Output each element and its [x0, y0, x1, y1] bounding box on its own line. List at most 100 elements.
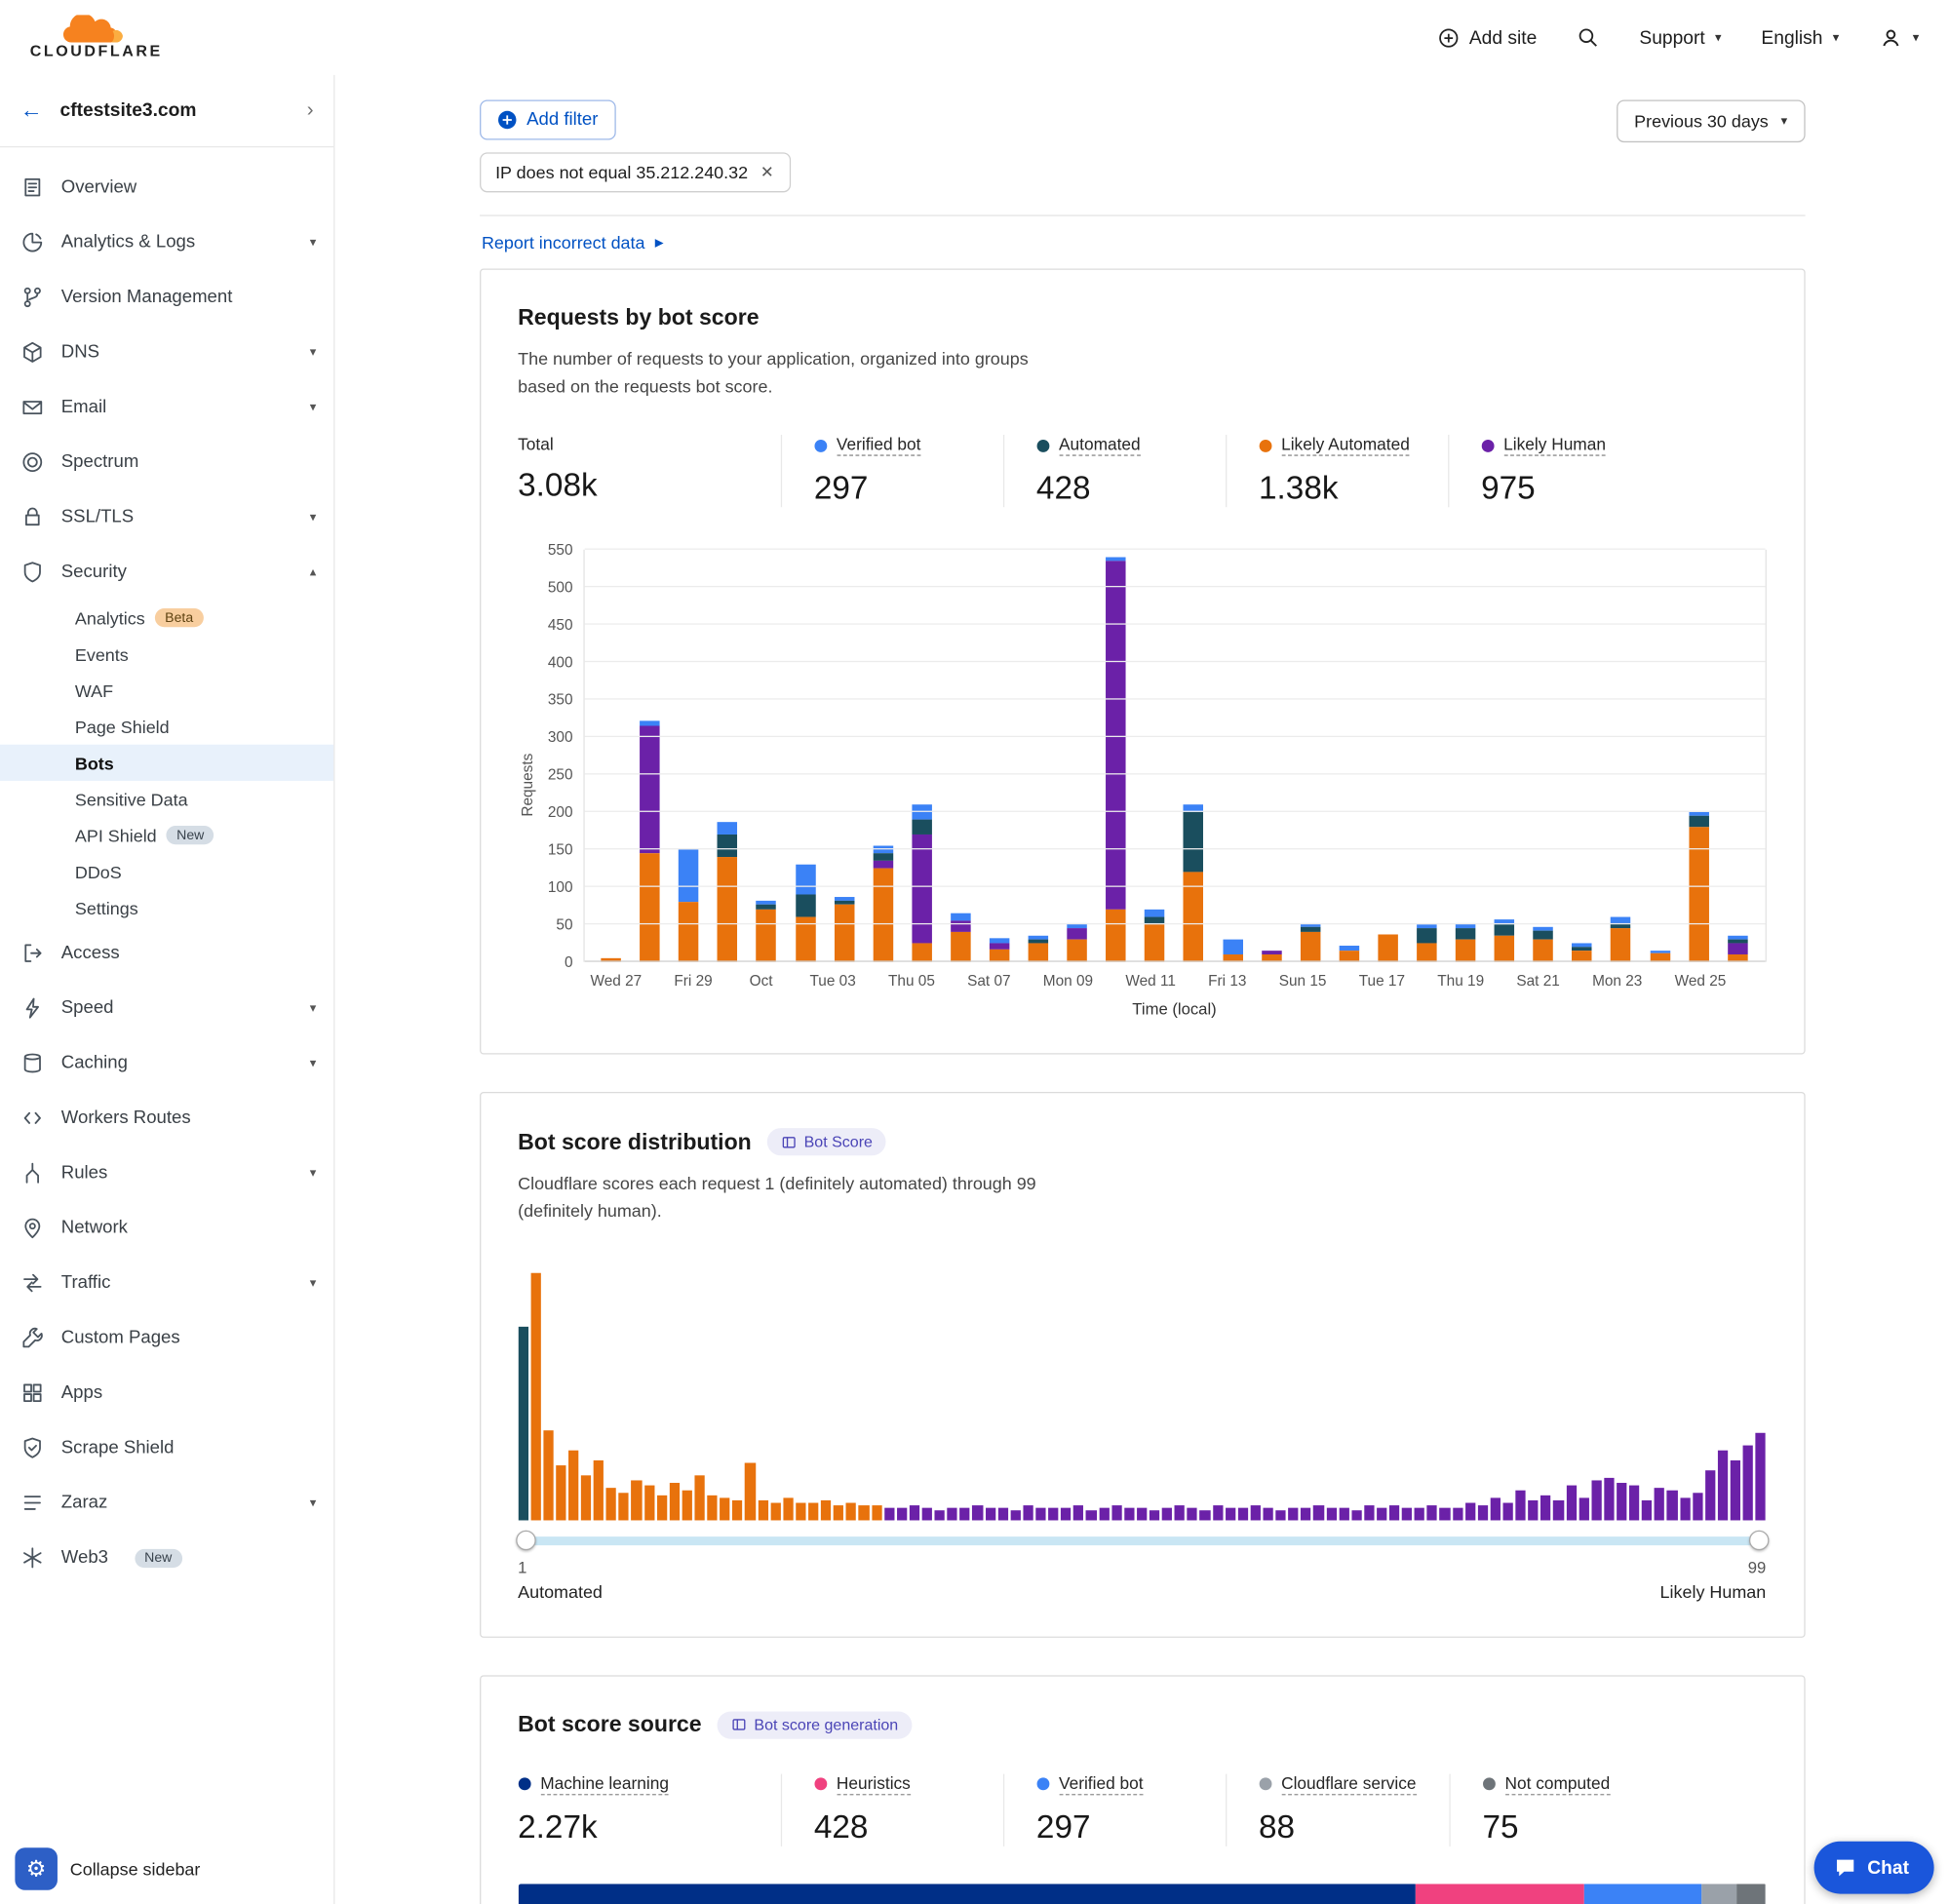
stacked-bar: [1417, 925, 1437, 962]
slider-handle-max[interactable]: [1748, 1530, 1769, 1550]
sidebar-item-events[interactable]: Events: [0, 636, 333, 672]
stat-label-row: Cloudflare service: [1259, 1773, 1417, 1795]
sidebar-item-scrape-shield[interactable]: Scrape Shield: [0, 1420, 333, 1475]
bar-segment-likely-automated: [1611, 929, 1631, 963]
distribution-histogram: [518, 1270, 1766, 1520]
x-tick-label: [1093, 972, 1125, 990]
histogram-bar: [922, 1507, 932, 1520]
email-icon: [20, 395, 46, 420]
chevron-down-icon: ▾: [310, 345, 316, 359]
add-site-button[interactable]: Add site: [1438, 27, 1537, 49]
histogram-bar: [1364, 1505, 1374, 1520]
stacked-bar: [1728, 936, 1748, 962]
sidebar-item-security[interactable]: Security▴: [0, 545, 333, 600]
gear-icon: ⚙: [26, 1856, 47, 1883]
y-tick-label: 50: [556, 916, 572, 934]
spectrum-icon: [20, 449, 46, 475]
stacked-bar: [1573, 944, 1593, 962]
sidebar-item-apps[interactable]: Apps: [0, 1366, 333, 1420]
histogram-bar: [834, 1505, 843, 1520]
histogram-bar: [770, 1502, 780, 1520]
bot-score-generation-badge[interactable]: Bot score generation: [717, 1711, 912, 1738]
chevron-right-icon[interactable]: ›: [307, 99, 314, 122]
source-segment-heuristics: [1415, 1884, 1583, 1904]
sidebar-item-speed[interactable]: Speed▾: [0, 981, 333, 1035]
sidebar-item-network[interactable]: Network: [0, 1200, 333, 1255]
stacked-bar: [990, 939, 1010, 963]
support-menu[interactable]: Support ▾: [1639, 27, 1721, 49]
sidebar-item-analytics[interactable]: AnalyticsBeta: [0, 600, 333, 636]
settings-gear-button[interactable]: ⚙: [15, 1847, 58, 1890]
y-axis-title: Requests: [518, 753, 535, 816]
language-menu[interactable]: English ▾: [1761, 27, 1839, 49]
histogram-bar: [1743, 1446, 1753, 1520]
bar-segment-likely-human: [640, 726, 660, 854]
search-button[interactable]: [1577, 26, 1599, 49]
chevron-down-icon: ▾: [310, 1001, 316, 1015]
chat-button[interactable]: Chat: [1813, 1842, 1933, 1894]
sidebar-item-workers-routes[interactable]: Workers Routes: [0, 1091, 333, 1146]
sidebar-item-ssl-tls[interactable]: SSL/TLS▾: [0, 489, 333, 544]
stacked-bar: [834, 897, 854, 963]
sidebar-item-zaraz[interactable]: Zaraz▾: [0, 1475, 333, 1530]
account-menu[interactable]: ▾: [1879, 25, 1919, 49]
sidebar-item-ddos[interactable]: DDoS: [0, 853, 333, 889]
sidebar-item-api-shield[interactable]: API ShieldNew: [0, 817, 333, 853]
bar-segment-verified-bot: [796, 865, 816, 895]
chevron-down-icon: ▾: [1833, 30, 1839, 44]
bar-segment-likely-automated: [1145, 925, 1165, 962]
sidebar-item-traffic[interactable]: Traffic▾: [0, 1256, 333, 1310]
gridline: [584, 774, 1765, 775]
close-icon[interactable]: ✕: [760, 163, 774, 183]
requests-chart: Requests 0501001502002503003504004505005…: [518, 550, 1766, 1019]
sidebar-item-version-management[interactable]: Version Management: [0, 270, 333, 325]
bar-segment-verified-bot: [679, 850, 699, 903]
histogram-bar: [732, 1500, 742, 1520]
date-range-dropdown[interactable]: Previous 30 days ▾: [1617, 100, 1805, 143]
histogram-bar: [1339, 1507, 1348, 1520]
bar-segment-likely-human: [1068, 929, 1088, 941]
slider-handle-min[interactable]: [516, 1530, 536, 1550]
sidebar-item-spectrum[interactable]: Spectrum: [0, 435, 333, 489]
bar-segment-likely-human: [873, 861, 893, 869]
bar-segment-verified-bot: [1145, 910, 1165, 917]
histogram-bar: [1680, 1497, 1690, 1520]
histogram-bar: [1035, 1507, 1045, 1520]
bot-score-badge[interactable]: Bot Score: [766, 1129, 886, 1156]
slider-min-value: 1: [518, 1558, 526, 1576]
sidebar-item-dns[interactable]: DNS▾: [0, 325, 333, 379]
version-icon: [20, 285, 46, 310]
bar-segment-automated: [1689, 816, 1709, 828]
bar-segment-likely-automated: [640, 854, 660, 962]
sidebar-item-label: WAF: [75, 680, 113, 701]
back-arrow-icon[interactable]: ←: [20, 97, 43, 124]
filter-chip[interactable]: IP does not equal 35.212.240.32 ✕: [479, 152, 790, 192]
sidebar-item-bots[interactable]: Bots: [0, 745, 333, 781]
y-tick-label: 350: [548, 691, 573, 709]
report-incorrect-data-link[interactable]: Report incorrect data ▶: [479, 216, 666, 269]
chart-bar: [825, 550, 864, 962]
bar-segment-likely-automated: [1301, 932, 1321, 962]
sidebar-item-analytics-logs[interactable]: Analytics & Logs▾: [0, 214, 333, 269]
sidebar-item-waf[interactable]: WAF: [0, 672, 333, 708]
sidebar-item-email[interactable]: Email▾: [0, 380, 333, 435]
scrape-shield-icon: [20, 1435, 46, 1460]
chevron-down-icon: ▾: [310, 1496, 316, 1509]
sidebar-item-access[interactable]: Access: [0, 926, 333, 981]
sidebar-item-overview[interactable]: Overview: [0, 160, 333, 214]
stat-label-row: Automated: [1036, 435, 1192, 456]
sidebar-item-rules[interactable]: Rules▾: [0, 1146, 333, 1200]
sidebar-item-web3[interactable]: Web3New: [0, 1531, 333, 1585]
y-tick-label: 0: [565, 953, 573, 971]
collapse-sidebar-button[interactable]: Collapse sidebar: [70, 1859, 201, 1880]
sidebar-item-page-shield[interactable]: Page Shield: [0, 709, 333, 745]
sidebar-item-settings[interactable]: Settings: [0, 889, 333, 925]
sidebar-item-sensitive-data[interactable]: Sensitive Data: [0, 781, 333, 817]
x-axis-labels: Wed 27Fri 29OctTue 03Thu 05Sat 07Mon 09W…: [583, 972, 1766, 990]
cloudflare-logo[interactable]: CLOUDFLARE: [30, 15, 163, 59]
sidebar-item-custom-pages[interactable]: Custom Pages: [0, 1310, 333, 1365]
sidebar-item-caching[interactable]: Caching▾: [0, 1035, 333, 1090]
docs-icon: [780, 1134, 797, 1150]
add-filter-button[interactable]: Add filter: [479, 100, 615, 140]
slider-track[interactable]: [518, 1536, 1766, 1545]
